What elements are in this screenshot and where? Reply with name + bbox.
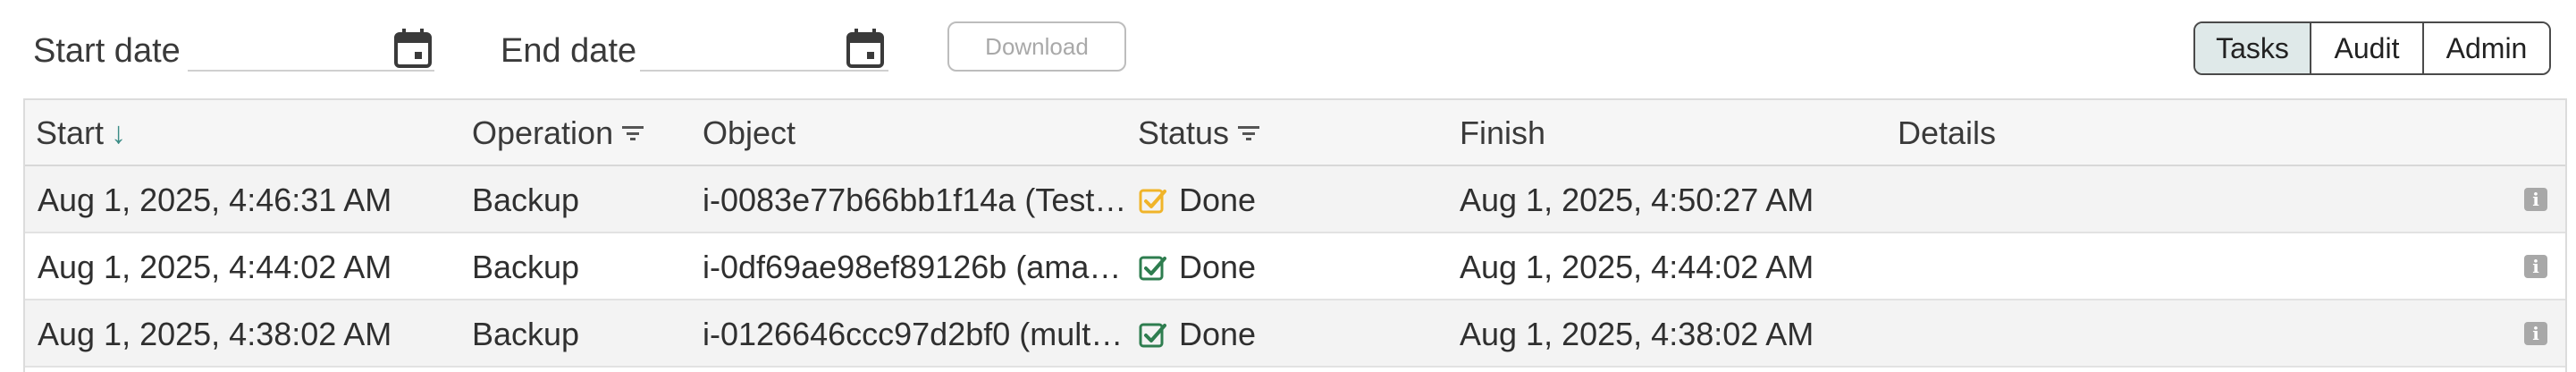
success-check-icon (1138, 320, 1166, 349)
end-date-label: End date (501, 32, 637, 70)
tasks-table: Start ↓ Operation Object Status Finish D… (23, 98, 2567, 372)
start-date-label: Start date (33, 32, 181, 70)
column-header-object[interactable]: Object (703, 100, 796, 166)
object-text: i-0083e77b66bb1f14a (Test… (703, 181, 1127, 218)
cell-object: i-0083e77b66bb1f14a (Test… (703, 166, 1130, 233)
info-icon[interactable]: i (2524, 255, 2547, 278)
cell-object: i-0126646ccc97d2bf0 (mult… (703, 300, 1130, 368)
tab-tasks[interactable]: Tasks (2195, 23, 2311, 73)
column-header-details: Details (1898, 100, 1996, 166)
column-header-operation[interactable]: Operation (472, 100, 644, 166)
cell-operation: Backup (472, 315, 580, 352)
status-text: Done (1179, 181, 1257, 218)
column-header-label: Details (1898, 114, 1997, 151)
cell-object: i-0df69ae98ef89126b (ama… (703, 233, 1130, 300)
cell-start: Aug 1, 2025, 4:44:02 AM (38, 248, 392, 285)
filter-icon[interactable] (1238, 125, 1260, 141)
cell-finish: Aug 1, 2025, 4:44:02 AM (1460, 248, 1814, 285)
tab-admin[interactable]: Admin (2424, 23, 2549, 73)
column-header-status[interactable]: Status (1138, 100, 1260, 166)
cell-start: Aug 1, 2025, 4:38:02 AM (38, 315, 392, 352)
cell-status: Done (1138, 300, 1256, 368)
download-button[interactable]: Download (947, 21, 1126, 72)
table-row[interactable]: Aug 1, 2025, 4:46:31 AM Backup i-0083e77… (25, 166, 2565, 233)
table-row[interactable]: Aug 1, 2025, 4:38:02 AM Backup i-0126646… (25, 300, 2565, 368)
column-header-finish[interactable]: Finish (1460, 100, 1545, 166)
column-header-start[interactable]: Start ↓ (36, 100, 126, 166)
column-header-label: Finish (1460, 114, 1546, 151)
column-header-label: Status (1138, 114, 1230, 151)
end-date-calendar-icon[interactable] (846, 27, 885, 70)
object-text: i-0df69ae98ef89126b (ama… (703, 248, 1122, 285)
info-icon[interactable]: i (2524, 188, 2547, 211)
sort-descending-icon[interactable]: ↓ (111, 116, 126, 151)
status-text: Done (1179, 315, 1257, 352)
view-switcher: Tasks Audit Admin (2193, 21, 2551, 75)
success-check-icon (1138, 253, 1166, 282)
status-text: Done (1179, 248, 1257, 285)
warning-check-icon (1138, 186, 1166, 215)
column-header-label: Start (36, 114, 105, 151)
cell-finish: Aug 1, 2025, 4:38:02 AM (1460, 315, 1814, 352)
cell-status: Done (1138, 233, 1256, 300)
table-row[interactable]: Aug 1, 2025, 4:44:02 AM Backup i-0df69ae… (25, 233, 2565, 300)
column-header-label: Operation (472, 114, 614, 151)
column-header-label: Object (703, 114, 796, 151)
object-text: i-0126646ccc97d2bf0 (mult… (703, 315, 1124, 352)
cell-operation: Backup (472, 181, 580, 218)
tab-audit[interactable]: Audit (2311, 23, 2424, 73)
info-icon[interactable]: i (2524, 322, 2547, 345)
cell-status: Done (1138, 166, 1256, 233)
filter-toolbar: Start date End date Download Tasks Audit… (0, 0, 2576, 97)
filter-icon[interactable] (622, 125, 644, 141)
cell-operation: Backup (472, 248, 580, 285)
start-date-calendar-icon[interactable] (393, 27, 433, 70)
cell-finish: Aug 1, 2025, 4:50:27 AM (1460, 181, 1814, 218)
cell-start: Aug 1, 2025, 4:46:31 AM (38, 181, 392, 218)
table-header: Start ↓ Operation Object Status Finish D… (25, 100, 2565, 166)
